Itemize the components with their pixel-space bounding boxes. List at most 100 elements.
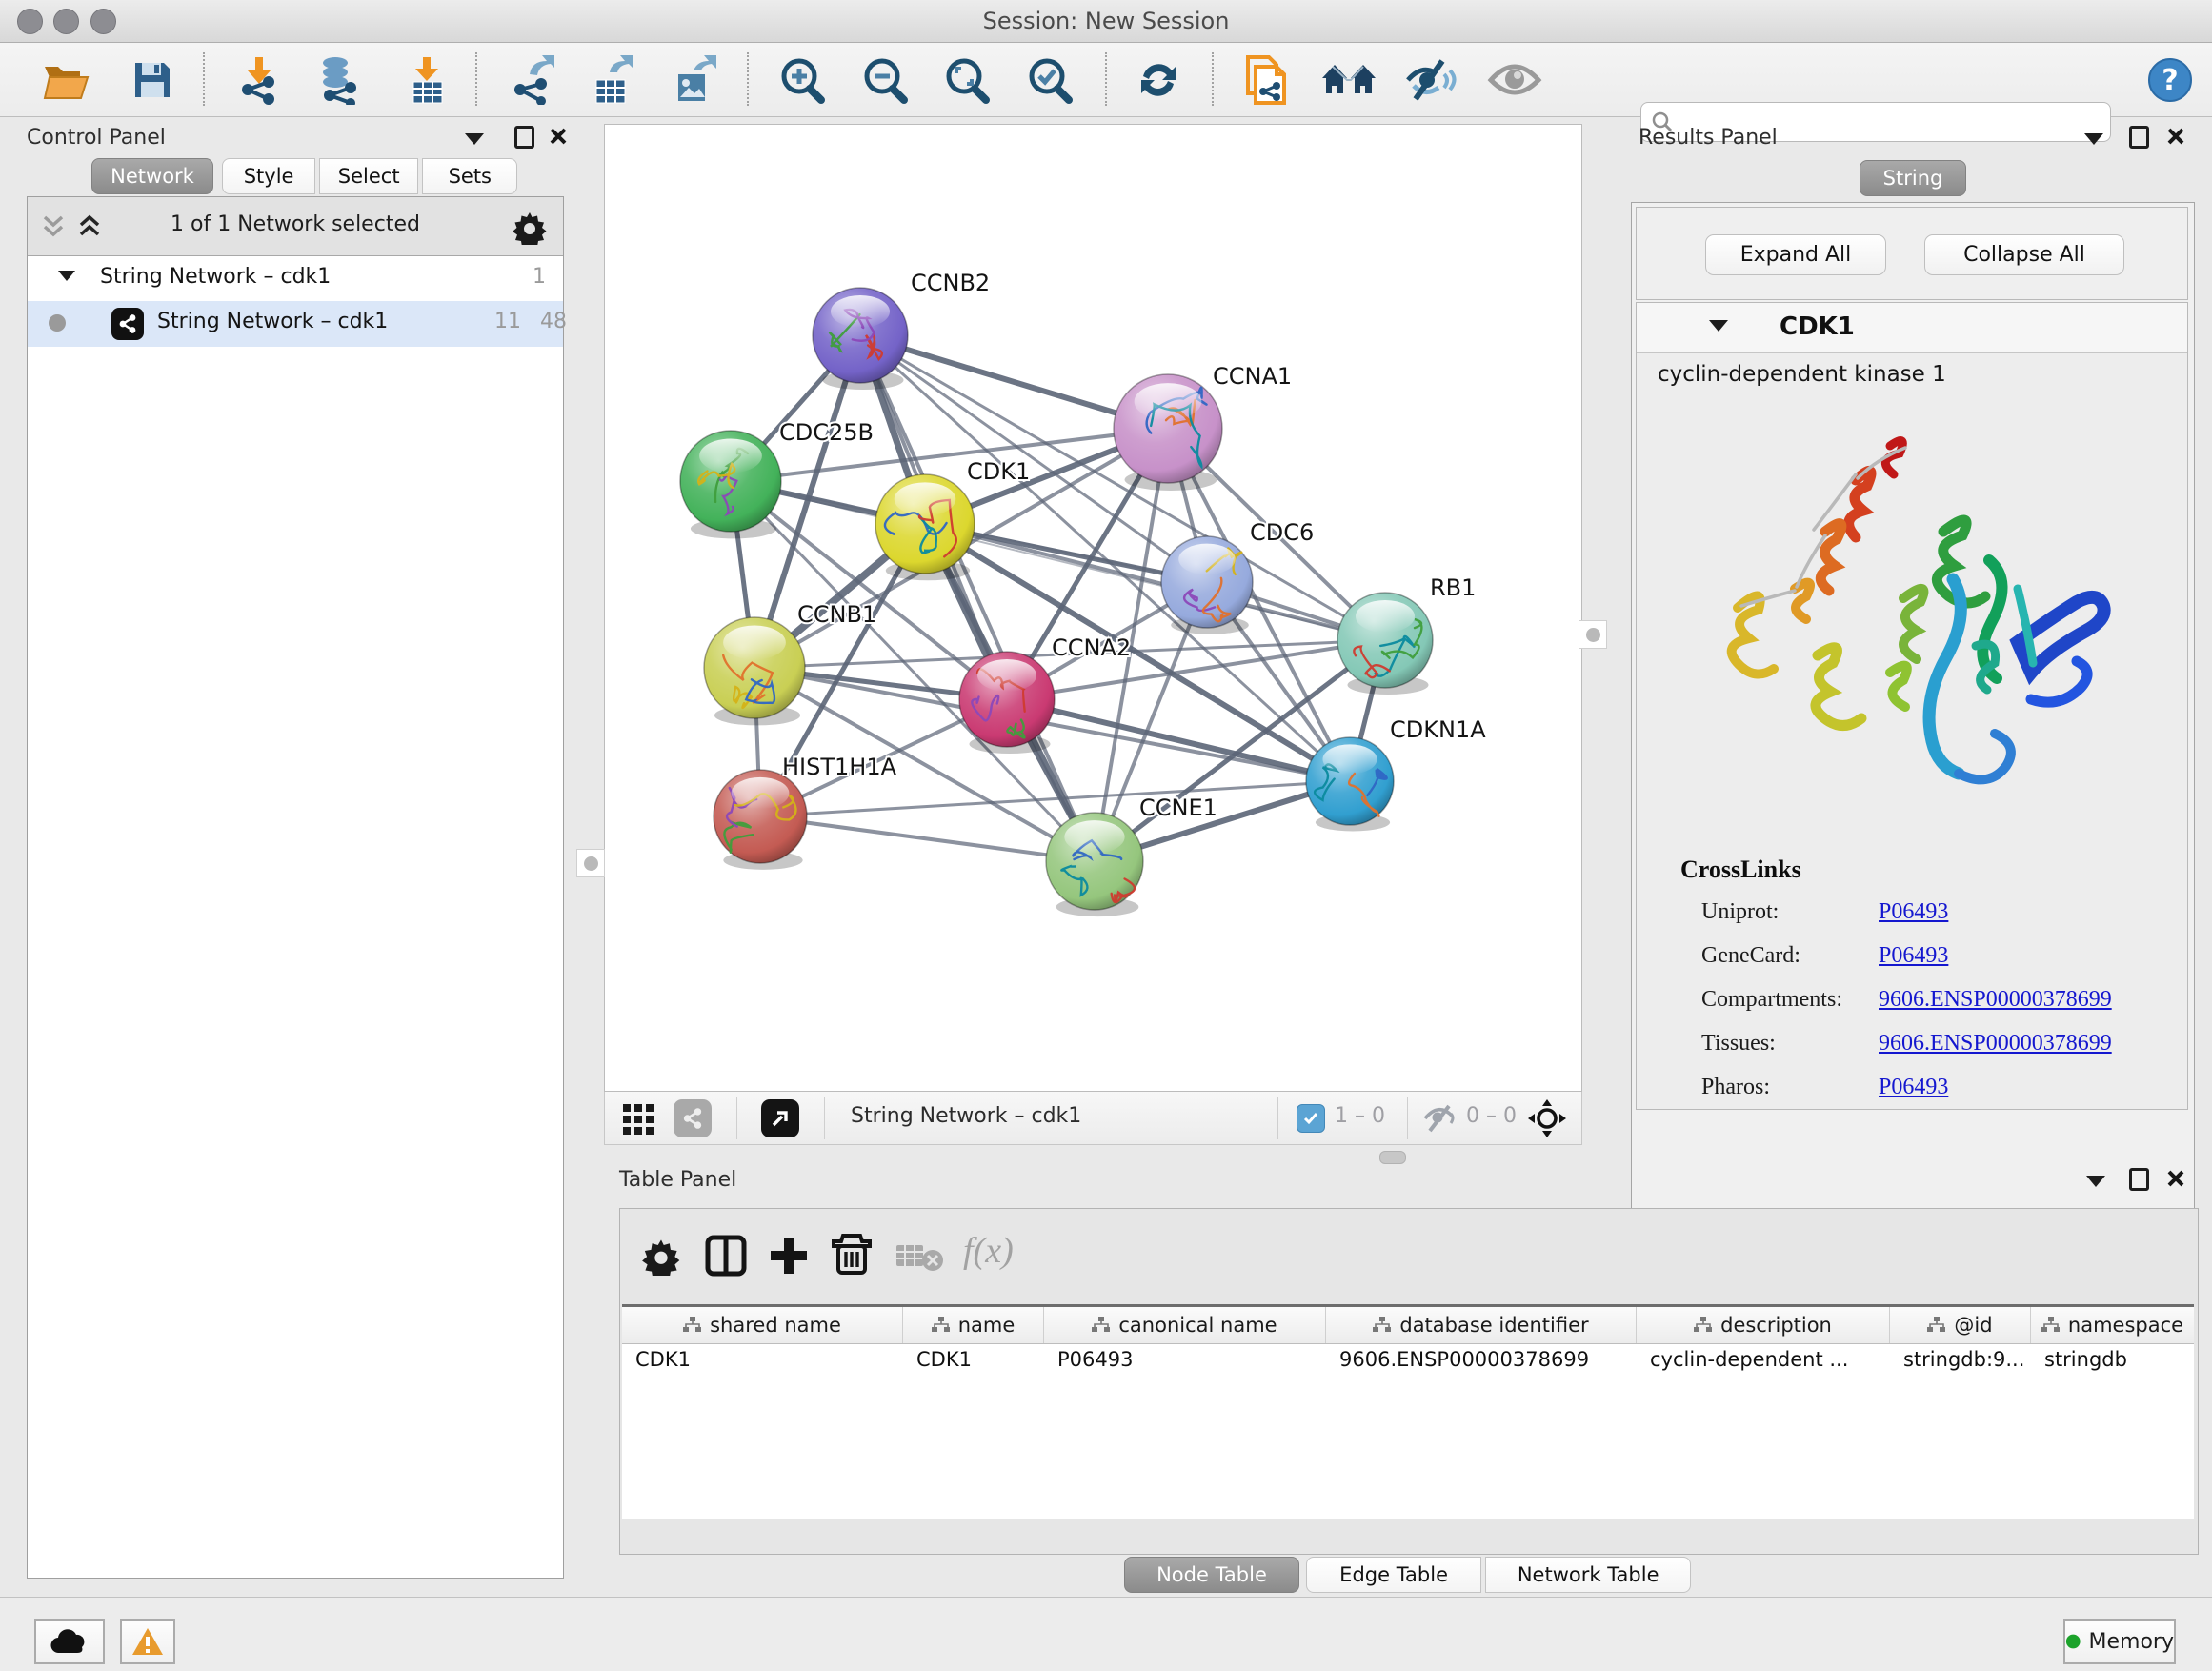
network-canvas[interactable]: CCNB2CCNA1CDC25BCDK1CDC6RB1CCNB1CCNA2CDK… [604,124,1582,1092]
tab-network-table[interactable]: Network Table [1485,1557,1691,1593]
tab-select[interactable]: Select [319,158,418,194]
string-network-graph[interactable]: CCNB2CCNA1CDC25BCDK1CDC6RB1CCNB1CCNA2CDK… [605,125,1581,1091]
network-options-gear-icon[interactable] [512,209,548,245]
control-panel: Control Panel Network Style Select Sets … [10,120,566,1578]
create-column-plus-icon[interactable] [767,1234,811,1278]
network-view-statusbar: String Network – cdk1 1 – 0 0 – 0 [604,1092,1582,1145]
control-panel-title: Control Panel [27,126,166,150]
open-session-icon[interactable] [42,59,91,101]
right-splitter-handle[interactable] [1579,620,1607,649]
collapse-all-button[interactable]: Collapse All [1924,234,2124,275]
results-panel-close-icon[interactable] [2166,127,2185,146]
control-panel-float-icon[interactable] [514,126,534,149]
tab-sets[interactable]: Sets [422,158,517,194]
refresh-icon[interactable] [1136,57,1181,103]
network-share-view-icon[interactable] [674,1099,712,1137]
network-node-CDKN1A[interactable]: CDKN1A [1306,716,1486,831]
tree-collapse-icon[interactable] [58,271,75,281]
network-edge-CCNE1-HIST1H1A[interactable] [760,816,1095,861]
zoom-out-icon[interactable] [861,55,911,105]
table-panel-float-icon[interactable] [2129,1168,2149,1191]
column-header[interactable]: shared name [622,1307,903,1343]
crosslink-pharos-link[interactable]: P06493 [1879,1075,1948,1100]
export-table-icon[interactable] [589,55,634,105]
network-tree-root-row[interactable]: String Network – cdk1 1 [28,257,563,301]
zoom-in-icon[interactable] [778,55,828,105]
cell-name: CDK1 [903,1344,1044,1380]
clone-network-icon[interactable] [1242,53,1292,107]
string-network-icon [111,308,144,340]
control-panel-menu-icon[interactable] [465,133,484,145]
column-header[interactable]: name [903,1307,1044,1343]
tab-style[interactable]: Style [222,158,315,194]
results-panel-menu-icon[interactable] [2084,133,2103,145]
network-list-header: 1 of 1 Network selected [28,197,563,256]
table-settings-gear-icon[interactable] [641,1236,681,1276]
network-node-HIST1H1A[interactable]: HIST1H1A [714,754,897,870]
network-node-CCNA1[interactable]: CCNA1 [1114,363,1292,491]
crosslink-tissues-link[interactable]: 9606.ENSP00000378699 [1879,1031,2112,1057]
crosslink-uniprot-link[interactable]: P06493 [1879,899,1948,925]
export-image-icon[interactable] [671,55,716,105]
hidden-elements-icon[interactable] [1422,1104,1458,1133]
statusbar-separator [1277,1097,1278,1139]
expand-all-button[interactable]: Expand All [1705,234,1886,275]
horizontal-splitter-handle[interactable] [1379,1151,1406,1164]
network-node-CDK1[interactable]: CDK1 [875,458,1030,580]
table-panel-menu-icon[interactable] [2086,1176,2105,1187]
warning-icon [131,1627,164,1656]
first-neighbors-icon[interactable] [1320,59,1377,101]
results-panel-float-icon[interactable] [2129,126,2149,149]
selected-nodes-checkbox-icon[interactable] [1297,1104,1325,1133]
delete-table-icon[interactable] [895,1241,944,1272]
import-network-from-database-icon[interactable] [314,55,364,105]
column-header[interactable]: database identifier [1326,1307,1637,1343]
table-panel: Table Panel f(x) shared name name canoni… [579,1164,2204,1587]
warnings-button[interactable] [120,1619,175,1664]
hide-selected-icon[interactable] [1404,57,1458,103]
column-header[interactable]: canonical name [1044,1307,1326,1343]
table-panel-close-icon[interactable] [2166,1169,2185,1188]
zoom-fit-content-icon[interactable] [943,55,993,105]
left-splitter-handle[interactable] [576,849,605,877]
column-header[interactable]: @id [1890,1307,2031,1343]
grid-view-icon[interactable] [622,1103,654,1136]
show-all-icon[interactable] [1487,61,1542,99]
tab-string[interactable]: String [1860,160,1966,196]
delete-column-trash-icon[interactable] [830,1232,874,1278]
table-row[interactable]: CDK1 CDK1 P06493 9606.ENSP00000378699 cy… [622,1344,2194,1380]
save-session-icon[interactable] [131,59,173,101]
network-node-CDC25B[interactable]: CDC25B [680,419,874,538]
gene-header-row[interactable]: CDK1 [1637,303,2187,353]
open-in-new-window-icon[interactable] [761,1099,799,1137]
help-icon[interactable]: ? [2147,57,2193,103]
tab-edge-table[interactable]: Edge Table [1306,1557,1481,1593]
control-panel-close-icon[interactable] [549,127,568,146]
network-edge-CCNB2-CCNE1[interactable] [860,335,1095,861]
column-header[interactable]: namespace [2031,1307,2194,1343]
export-network-icon[interactable] [509,55,554,105]
cell-canonical-name: P06493 [1044,1344,1326,1380]
birds-eye-view-icon[interactable] [1527,1098,1567,1138]
cell-shared-name: CDK1 [622,1344,903,1380]
crosslink-compartments-link[interactable]: 9606.ENSP00000378699 [1879,987,2112,1013]
tab-network[interactable]: Network [91,158,213,194]
import-network-from-file-icon[interactable] [236,55,282,105]
show-columns-icon[interactable] [704,1234,748,1278]
zoom-selected-icon[interactable] [1026,55,1076,105]
table-header-row: shared name name canonical name database… [622,1307,2194,1344]
cloud-status-button[interactable] [34,1619,105,1664]
node-label-HIST1H1A: HIST1H1A [782,754,897,780]
statusbar-separator [1407,1097,1408,1139]
function-builder-fx[interactable]: f(x) [963,1230,1014,1272]
tab-node-table[interactable]: Node Table [1124,1557,1299,1593]
network-tree-selected-row[interactable]: String Network – cdk1 11 48 [28,301,563,347]
gene-collapse-icon[interactable] [1709,320,1728,332]
crosslink-genecard-link[interactable]: P06493 [1879,943,1948,969]
column-header[interactable]: description [1637,1307,1890,1343]
cell-database-identifier: 9606.ENSP00000378699 [1326,1344,1637,1380]
import-table-from-file-icon[interactable] [406,55,448,105]
memory-button[interactable]: Memory [2063,1619,2176,1664]
network-collection-label: String Network – cdk1 [100,265,331,289]
network-node-RB1[interactable]: RB1 [1337,574,1476,695]
